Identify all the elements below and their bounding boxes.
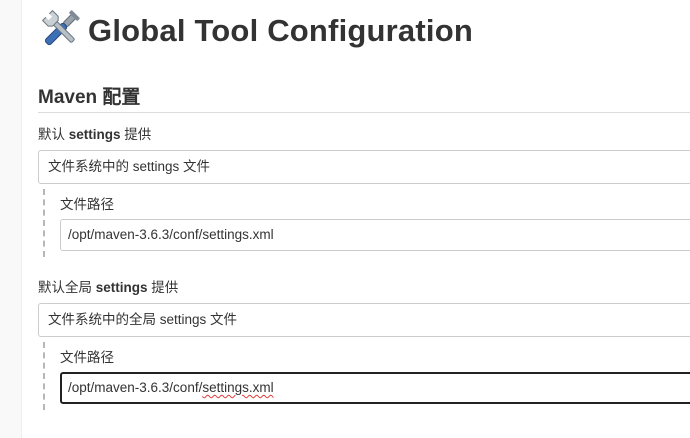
default-settings-path-label: 文件路径 [60, 197, 114, 212]
global-settings-path-label: 文件路径 [60, 350, 114, 365]
page-header: Global Tool Configuration [38, 6, 473, 56]
side-panel-edge [0, 0, 22, 438]
maven-section-title: Maven 配置 [38, 82, 690, 113]
default-settings-path-input[interactable]: /opt/maven-3.6.3/conf/settings.xml [60, 219, 690, 251]
global-settings-path-input[interactable]: /opt/maven-3.6.3/conf/settings.xml [60, 372, 690, 404]
default-settings-label-keyword: settings [68, 127, 121, 142]
default-settings-provider-select[interactable]: 文件系统中的 settings 文件 [38, 150, 690, 184]
default-settings-label: 默认 settings 提供 [38, 123, 151, 143]
spellcheck-underlined-text: settings.xml [202, 380, 274, 395]
tools-icon [38, 6, 88, 57]
global-settings-label: 默认全局 settings 提供 [38, 276, 178, 296]
page-title: Global Tool Configuration [88, 13, 473, 48]
global-settings-file-block: 文件路径 /opt/maven-3.6.3/conf/settings.xml [43, 342, 690, 410]
default-settings-label-prefix: 默认 [38, 127, 69, 142]
global-settings-label-suffix: 提供 [147, 280, 179, 295]
global-settings-path-text: /opt/maven-3.6.3/conf/ [68, 380, 203, 395]
global-settings-label-prefix: 默认全局 [38, 280, 96, 295]
default-settings-file-block: 文件路径 /opt/maven-3.6.3/conf/settings.xml [43, 189, 690, 257]
global-settings-label-keyword: settings [95, 280, 148, 295]
global-settings-provider-select[interactable]: 文件系统中的全局 settings 文件 [38, 303, 690, 337]
default-settings-label-suffix: 提供 [120, 127, 152, 142]
